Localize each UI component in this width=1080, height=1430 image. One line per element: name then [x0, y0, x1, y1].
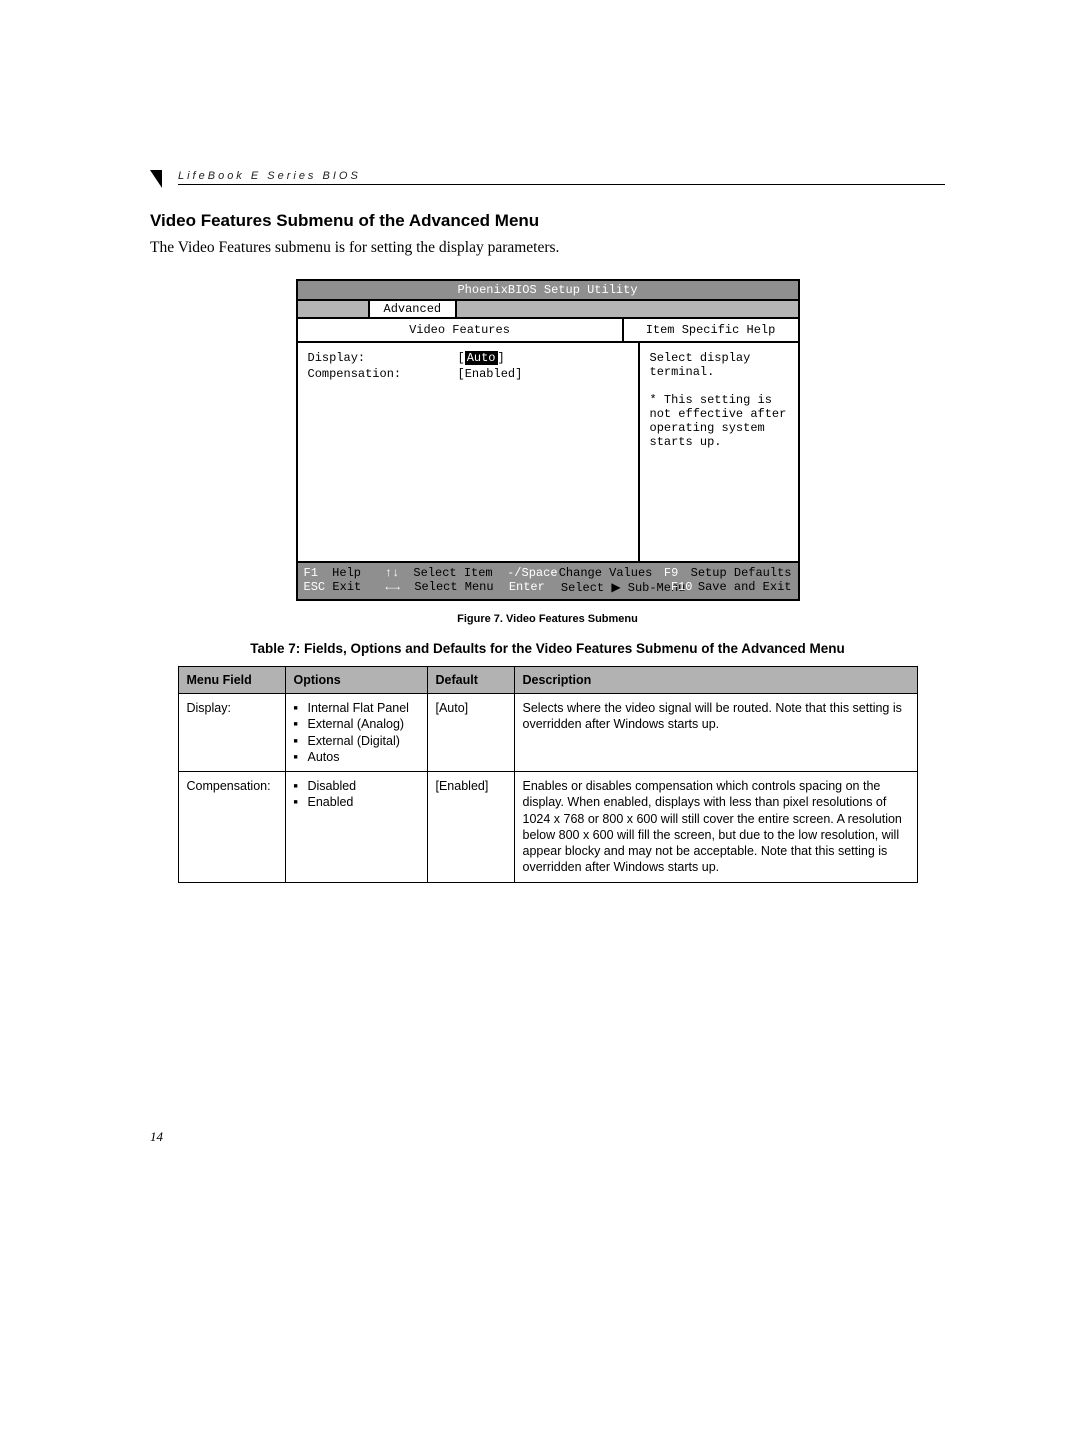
bios-setup-defaults-label: Setup Defaults — [691, 566, 792, 580]
triangle-right-icon: ▶ — [611, 580, 620, 595]
table-header-row: Menu Field Options Default Description — [178, 667, 917, 694]
cell-field: Compensation: — [178, 772, 285, 883]
section-intro: The Video Features submenu is for settin… — [150, 239, 945, 257]
cell-options: Disabled Enabled — [285, 772, 427, 883]
page-marker-icon — [150, 170, 162, 188]
bios-help-label: Help — [332, 566, 385, 580]
bios-key-arrows-h: ←→ — [385, 580, 414, 595]
bios-field-compensation: Compensation: [Enabled] — [308, 367, 628, 381]
bios-exit-label: Exit — [332, 580, 385, 595]
bios-field-value: [Enabled] — [458, 367, 523, 381]
cell-default: [Enabled] — [427, 772, 514, 883]
th-options: Options — [285, 667, 427, 694]
bios-key-f9: F9 — [664, 566, 691, 580]
bios-select-menu-label: Select Menu — [414, 580, 508, 595]
list-item: Internal Flat Panel — [308, 700, 419, 716]
list-item: External (Digital) — [308, 733, 419, 749]
bios-main-panel: Display: [Auto] Compensation: [Enabled] — [298, 343, 640, 561]
bios-select-submenu-label: Select ▶ Sub-Menu — [561, 580, 671, 595]
bios-help-heading: Item Specific Help — [624, 319, 798, 341]
options-table: Menu Field Options Default Description D… — [178, 666, 918, 883]
table-caption: Table 7: Fields, Options and Defaults fo… — [150, 641, 945, 656]
bios-menubar: Advanced — [298, 301, 798, 319]
bios-active-tab: Advanced — [368, 301, 458, 317]
list-item: Enabled — [308, 794, 419, 810]
th-menu-field: Menu Field — [178, 667, 285, 694]
table-row: Display: Internal Flat Panel External (A… — [178, 694, 917, 772]
bios-key-arrows-v: ↑↓ — [385, 566, 414, 580]
bios-key-enter: Enter — [509, 580, 561, 595]
table-row: Compensation: Disabled Enabled [Enabled]… — [178, 772, 917, 883]
list-item: Disabled — [308, 778, 419, 794]
bios-footer: F1 Help ↑↓ Select Item -/Space Change Va… — [298, 561, 798, 599]
bios-key-space: -/Space — [507, 566, 559, 580]
bios-field-label: Display: — [308, 351, 458, 365]
bios-main-heading: Video Features — [298, 319, 624, 341]
cell-description: Enables or disables compensation which c… — [514, 772, 917, 883]
bios-key-f10: F10 — [671, 580, 698, 595]
figure-caption: Figure 7. Video Features Submenu — [150, 613, 945, 625]
bios-key-f1: F1 — [304, 566, 333, 580]
cell-description: Selects where the video signal will be r… — [514, 694, 917, 772]
bios-help-panel: Select display terminal. * This setting … — [640, 343, 798, 561]
bios-screenshot: PhoenixBIOS Setup Utility Advanced Video… — [296, 279, 800, 601]
cell-field: Display: — [178, 694, 285, 772]
cell-default: [Auto] — [427, 694, 514, 772]
bios-key-esc: ESC — [304, 580, 333, 595]
th-description: Description — [514, 667, 917, 694]
bios-field-value: [Auto] — [458, 351, 505, 365]
cell-options: Internal Flat Panel External (Analog) Ex… — [285, 694, 427, 772]
list-item: External (Analog) — [308, 716, 419, 732]
bios-select-item-label: Select Item — [413, 566, 507, 580]
section-title: Video Features Submenu of the Advanced M… — [150, 211, 945, 231]
bios-field-display: Display: [Auto] — [308, 351, 628, 365]
bios-field-label: Compensation: — [308, 367, 458, 381]
running-header: LifeBook E Series BIOS — [178, 170, 945, 182]
bios-utility-title: PhoenixBIOS Setup Utility — [298, 281, 798, 301]
th-default: Default — [427, 667, 514, 694]
list-item: Autos — [308, 749, 419, 765]
header-rule — [178, 184, 945, 185]
page-number: 14 — [150, 1129, 163, 1145]
bios-save-exit-label: Save and Exit — [698, 580, 792, 595]
bios-change-values-label: Change Values — [559, 566, 664, 580]
